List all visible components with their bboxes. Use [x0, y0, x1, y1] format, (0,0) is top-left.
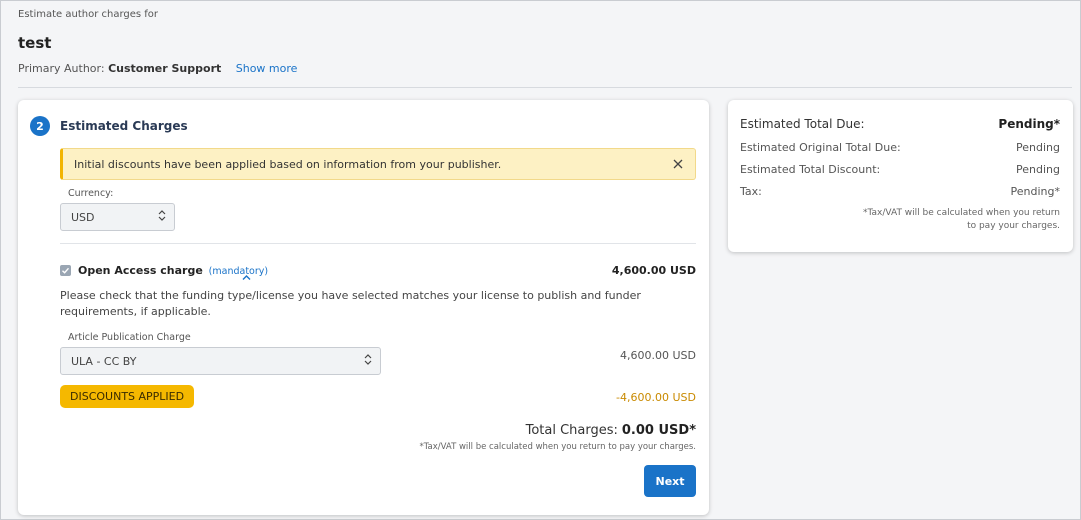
summary-tax-row: Tax: Pending* [740, 185, 1060, 198]
close-icon[interactable] [670, 156, 686, 172]
summary-tax-note: *Tax/VAT will be calculated when you ret… [863, 208, 1060, 231]
tax-label: Tax: [740, 185, 762, 198]
mandatory-tag: (mandatory) [208, 266, 269, 277]
original-total-value: Pending [1016, 141, 1060, 154]
apc-label: Article Publication Charge [68, 332, 191, 343]
summary-card: Estimated Total Due: Pending* Estimated … [728, 100, 1073, 252]
section-divider [60, 243, 696, 244]
primary-author-line: Primary Author: Customer Support Show mo… [18, 62, 297, 75]
select-updown-icon [364, 354, 372, 369]
currency-label: Currency: [68, 188, 114, 199]
total-value: 0.00 USD* [621, 423, 696, 438]
page-header: Estimate author charges for test Primary… [18, 9, 297, 75]
open-access-charge-label: Open Access charge (mandatory) [78, 264, 269, 277]
tax-note: *Tax/VAT will be calculated when you ret… [419, 442, 696, 452]
total-due-value: Pending* [998, 117, 1060, 131]
step-number-badge: 2 [30, 116, 50, 136]
section-title: Estimated Charges [60, 119, 188, 133]
summary-discount-row: Estimated Total Discount: Pending [740, 163, 1060, 176]
header-divider [18, 87, 1072, 88]
check-icon [62, 267, 70, 274]
currency-select[interactable]: USD [60, 203, 175, 231]
select-updown-icon [158, 210, 166, 225]
open-access-amount: 4,600.00 USD [611, 264, 696, 277]
alert-text: Initial discounts have been applied base… [74, 157, 502, 171]
total-discount-value: Pending [1016, 163, 1060, 176]
apc-value: ULA - CC BY [71, 354, 137, 368]
discount-amount: -4,600.00 USD [616, 391, 696, 404]
page-title: test [18, 34, 52, 52]
currency-value: USD [71, 210, 95, 224]
summary-original-row: Estimated Original Total Due: Pending [740, 141, 1060, 154]
funding-note: Please check that the funding type/licen… [60, 289, 641, 318]
discount-alert: Initial discounts have been applied base… [60, 148, 696, 180]
chevron-up-icon[interactable] [242, 266, 251, 285]
next-button[interactable]: Next [644, 465, 696, 497]
author-prefix: Primary Author: [18, 62, 105, 75]
total-discount-label: Estimated Total Discount: [740, 163, 881, 176]
open-access-checkbox[interactable] [60, 265, 71, 276]
show-more-link[interactable]: Show more [236, 62, 298, 75]
discounts-applied-badge: DISCOUNTS APPLIED [60, 385, 195, 408]
apc-select[interactable]: ULA - CC BY [60, 347, 381, 375]
estimated-charges-card: 2 Estimated Charges Initial discounts ha… [18, 100, 709, 515]
tax-value: Pending* [1010, 185, 1060, 198]
total-due-label: Estimated Total Due: [740, 117, 865, 131]
apc-amount: 4,600.00 USD [620, 349, 696, 362]
author-name: Customer Support [108, 62, 222, 75]
summary-total-due-row: Estimated Total Due: Pending* [740, 117, 1060, 131]
total-label: Total Charges: [525, 423, 618, 438]
header-eyebrow: Estimate author charges for [18, 9, 159, 20]
original-total-label: Estimated Original Total Due: [740, 141, 901, 154]
total-charges: Total Charges: 0.00 USD* [526, 423, 696, 438]
